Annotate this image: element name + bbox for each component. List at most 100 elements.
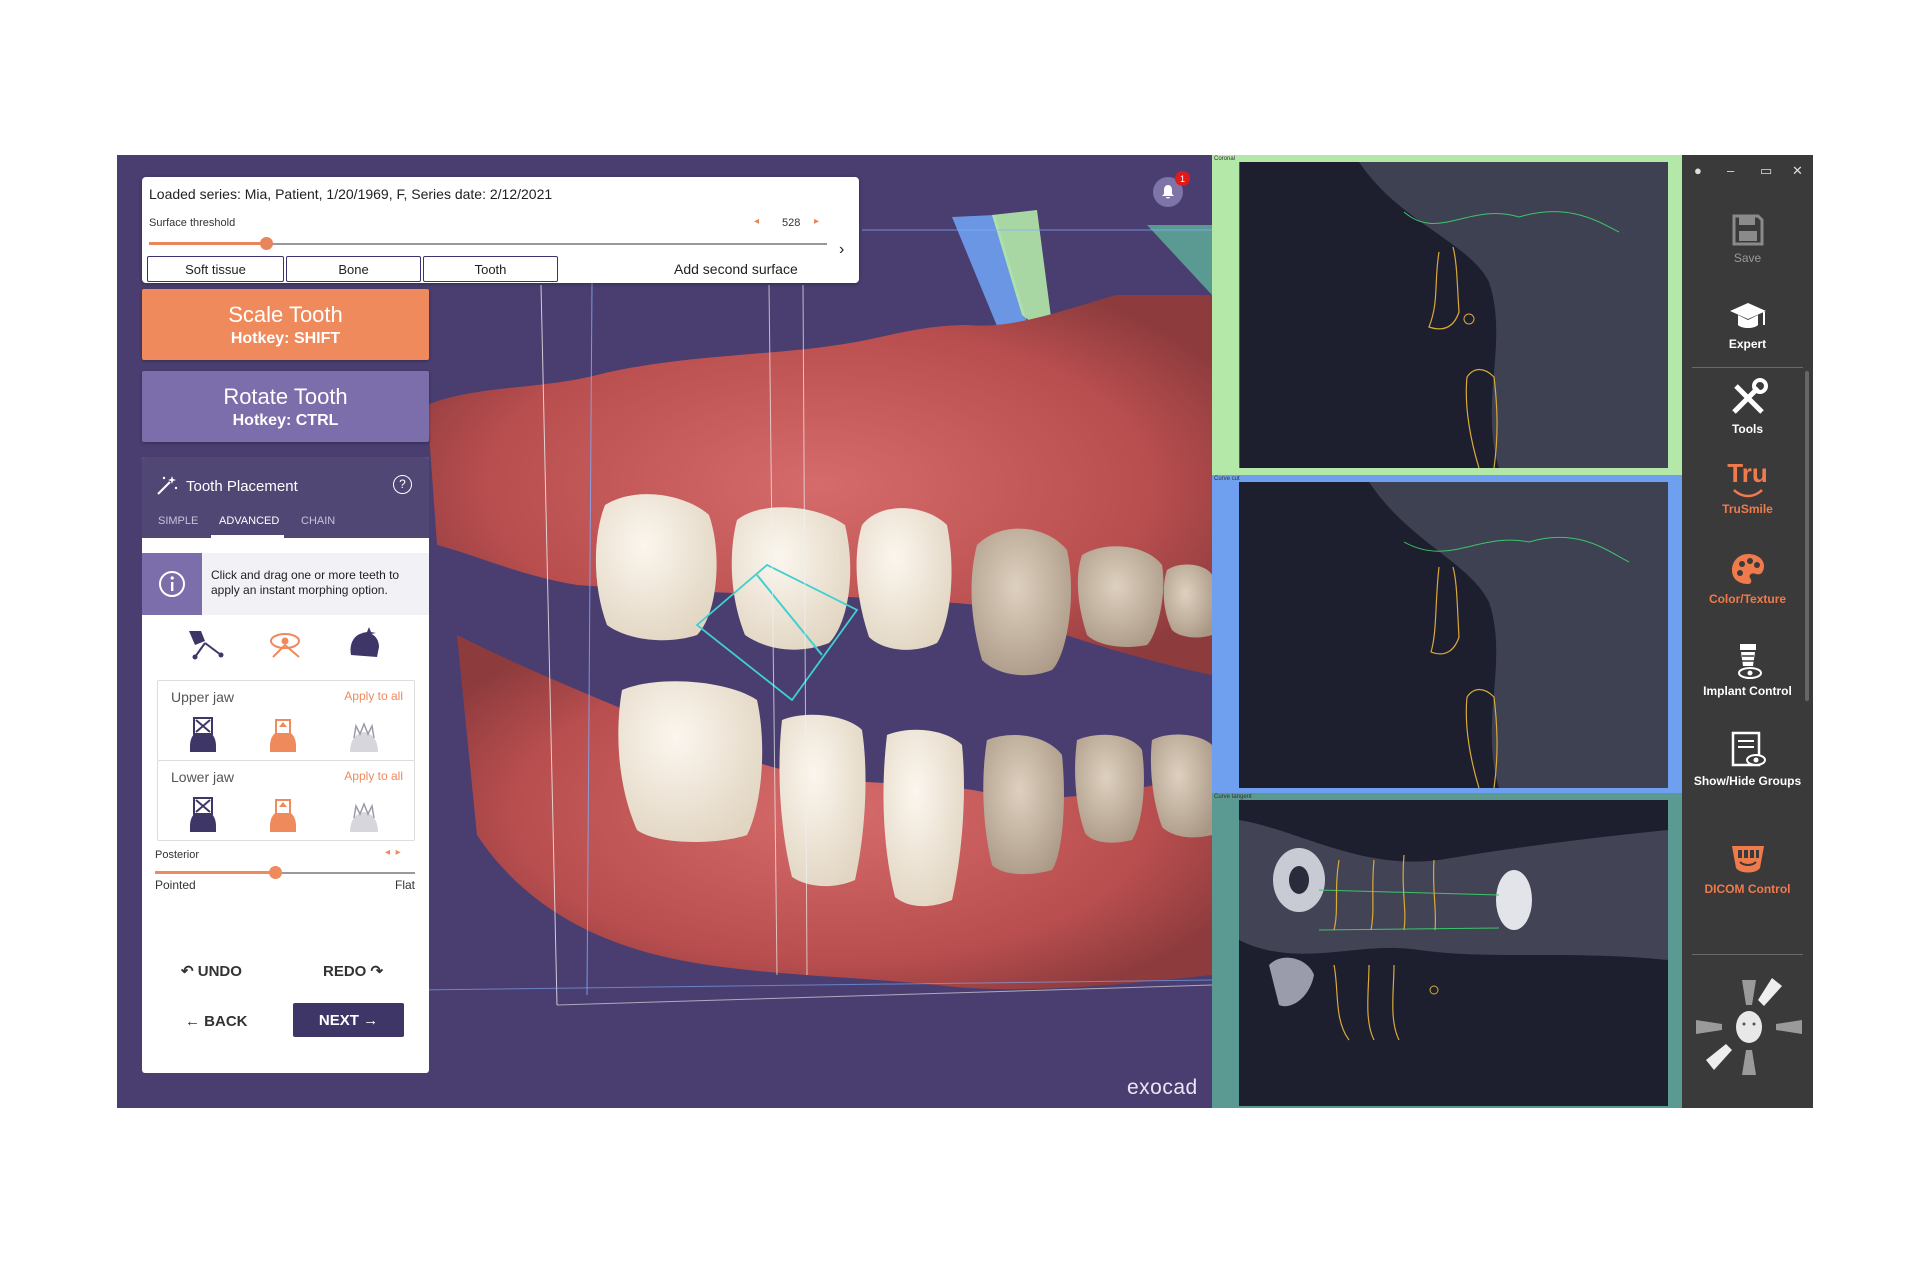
toolbar-scrollbar[interactable]: [1805, 371, 1809, 701]
lower-natural-2: [1075, 734, 1144, 843]
upper-jaw-lift-icon[interactable]: [266, 716, 300, 754]
smile-curve-icon: [1732, 489, 1763, 498]
view-left-arrow: [1696, 1020, 1722, 1034]
tab-simple[interactable]: SIMPLE: [158, 515, 198, 527]
lower-jaw-apply-to-all[interactable]: Apply to all: [344, 769, 403, 783]
curve-cut-ct-image[interactable]: [1239, 482, 1668, 788]
posterior-slider-handle[interactable]: [268, 866, 282, 879]
redo-icon: ↷: [370, 963, 384, 980]
curve-tangent-ct-image[interactable]: [1239, 800, 1668, 1106]
next-button[interactable]: NEXT →: [293, 1003, 404, 1037]
implant-icon: [1737, 644, 1762, 679]
graduation-cap-icon: [1729, 303, 1766, 328]
surface-threshold-value: 528: [782, 217, 801, 229]
plane-teal: [1147, 225, 1212, 295]
view-bottom-left-arrow: [1706, 1044, 1732, 1070]
upper-natural-1: [971, 528, 1072, 676]
redo-button[interactable]: REDO ↷: [323, 962, 383, 980]
view-bottom-arrow: [1742, 1050, 1756, 1075]
rotate-tooth-hotkey: Hotkey: CTRL: [232, 412, 339, 429]
threshold-slider-handle[interactable]: [260, 237, 273, 250]
save-label: Save: [1733, 251, 1762, 265]
dicom-control-button[interactable]: DICOM Control: [1682, 838, 1813, 897]
move-teeth-icon[interactable]: [185, 627, 225, 661]
user-icon[interactable]: ●: [1694, 163, 1702, 178]
bone-button[interactable]: Bone: [286, 256, 421, 282]
3d-viewport[interactable]: 1 exocad Loaded series: Mia, Patient, 1/…: [117, 155, 1212, 1108]
posterior-step-arrows[interactable]: ◂ ▸: [385, 847, 401, 858]
coronal-ct-image[interactable]: [1239, 162, 1668, 468]
implant-control-button[interactable]: Implant Control: [1682, 640, 1813, 699]
tab-chain[interactable]: CHAIN: [301, 515, 335, 527]
arrow-right-icon: →: [358, 1011, 379, 1029]
tooth-button[interactable]: Tooth: [423, 256, 558, 282]
color-texture-button[interactable]: Color/Texture: [1682, 550, 1813, 607]
close-icon[interactable]: ✕: [1792, 163, 1803, 179]
add-second-surface-button[interactable]: Add second surface: [674, 261, 798, 277]
posterior-label: Posterior: [155, 849, 200, 861]
coronal-view[interactable]: Coronal: [1212, 155, 1682, 475]
threshold-increase-arrow[interactable]: ▸: [814, 216, 819, 227]
upper-jaw-cut-icon[interactable]: [186, 716, 220, 754]
save-icon: [1732, 214, 1763, 246]
view-right-arrow: [1776, 1020, 1802, 1034]
view-orientation-widget[interactable]: [1694, 970, 1804, 1085]
trusmile-label: TruSmile: [1722, 502, 1773, 516]
soft-tissue-button[interactable]: Soft tissue: [147, 256, 284, 282]
upper-jaw-tooth-icon[interactable]: [346, 716, 382, 754]
back-button[interactable]: ← BACK: [185, 1013, 248, 1030]
surface-threshold-label: Surface threshold: [149, 217, 236, 229]
save-button[interactable]: Save: [1682, 213, 1813, 266]
active-tab-indicator: [211, 535, 284, 538]
upper-jaw-label: Upper jaw: [171, 689, 235, 705]
tooth-crown-icon[interactable]: [345, 625, 385, 661]
posterior-slider-fill: [155, 871, 275, 874]
curve-cut-view[interactable]: Curve cut: [1212, 475, 1682, 793]
upper-natural-2: [1077, 546, 1164, 647]
lower-jaw-tooth-icon[interactable]: [346, 796, 382, 834]
scale-tooth-button[interactable]: Scale Tooth Hotkey: SHIFT: [142, 289, 429, 360]
curve-tangent-view[interactable]: Curve tangent: [1212, 793, 1682, 1108]
tools-button[interactable]: Tools: [1682, 378, 1813, 437]
scale-tooth-label: Scale Tooth: [228, 302, 343, 327]
chevron-right-icon[interactable]: ›: [839, 241, 844, 259]
lower-jaw-cut-icon[interactable]: [186, 796, 220, 834]
lower-tooth-2: [779, 714, 866, 887]
undo-button[interactable]: ↶ UNDO: [181, 962, 242, 980]
info-box: Click and drag one or more teeth to appl…: [142, 553, 429, 615]
info-text: Click and drag one or more teeth to appl…: [211, 568, 400, 597]
restore-icon[interactable]: ▭: [1760, 163, 1772, 179]
minimize-icon[interactable]: –: [1727, 163, 1734, 178]
notification-count-badge: 1: [1175, 171, 1190, 186]
undo-icon: ↶: [181, 963, 194, 980]
lower-jaw-lift-icon[interactable]: [266, 796, 300, 834]
view-morph-icon[interactable]: [265, 627, 307, 661]
loaded-series-title: Loaded series: Mia, Patient, 1/20/1969, …: [149, 186, 553, 202]
next-label: NEXT: [318, 1011, 359, 1029]
help-icon[interactable]: ?: [393, 475, 412, 494]
show-hide-groups-button[interactable]: Show/Hide Groups: [1682, 730, 1813, 789]
posterior-max-label: Flat: [395, 878, 416, 892]
scale-tooth-hotkey: Hotkey: SHIFT: [230, 330, 341, 347]
bell-icon: [1162, 185, 1174, 199]
color-texture-label: Color/Texture: [1708, 592, 1787, 606]
tab-advanced[interactable]: ADVANCED: [219, 515, 279, 527]
upper-tooth-2: [731, 507, 851, 650]
upper-jaw-apply-to-all[interactable]: Apply to all: [344, 689, 403, 703]
trusmile-button[interactable]: Tru TruSmile: [1682, 458, 1813, 517]
expert-button[interactable]: Expert: [1682, 299, 1813, 352]
threshold-slider-fill: [149, 242, 267, 245]
info-icon: [159, 571, 185, 597]
upper-tooth-1: [595, 494, 717, 641]
dicom-icon: [1731, 846, 1764, 873]
info-icon-box: [142, 553, 202, 615]
tools-label: Tools: [1731, 422, 1764, 436]
tooth-placement-panel: Tooth Placement ? SIMPLE ADVANCED CHAIN …: [142, 457, 429, 1073]
threshold-decrease-arrow[interactable]: ◂: [754, 216, 759, 227]
tooth-placement-title: Tooth Placement: [186, 478, 298, 495]
magic-wand-icon: [157, 476, 178, 495]
expert-label: Expert: [1728, 337, 1767, 351]
exocad-logo: exocad: [1127, 1076, 1198, 1099]
slice-views: Coronal Curve cut Curve tangent: [1212, 155, 1682, 1108]
rotate-tooth-button[interactable]: Rotate Tooth Hotkey: CTRL: [142, 371, 429, 442]
